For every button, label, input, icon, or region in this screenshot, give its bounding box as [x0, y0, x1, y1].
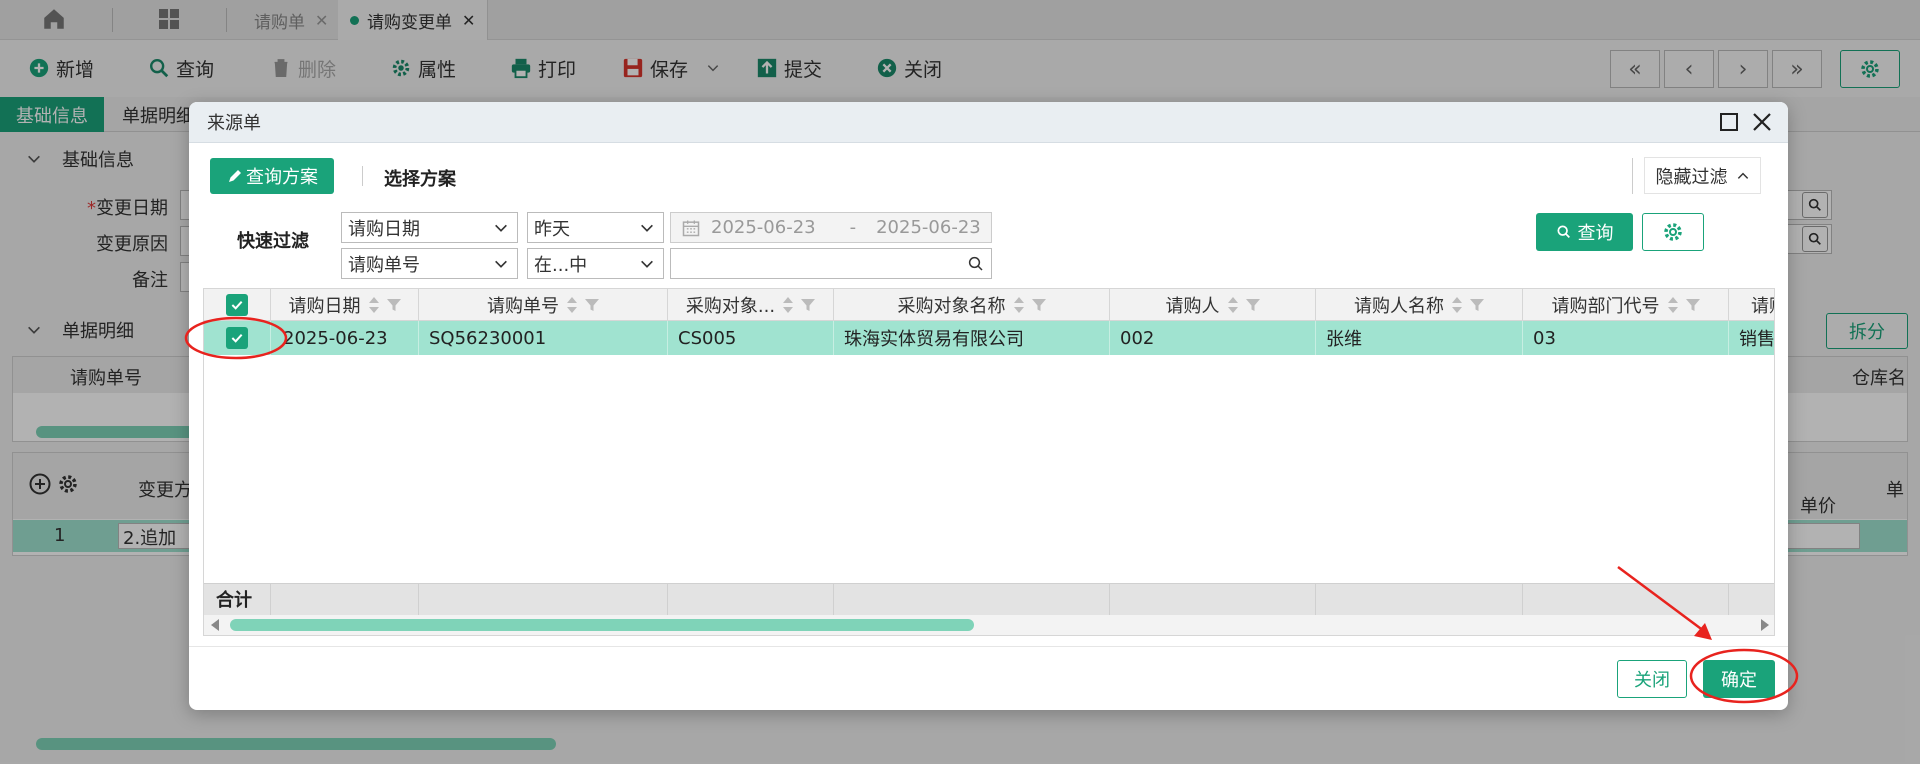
select-value: 请购日期: [348, 218, 420, 240]
query-label: 查询: [1577, 223, 1614, 244]
cell-vendor-name: 珠海实体贸易有限公司: [834, 321, 1110, 355]
hide-filter-button[interactable]: 隐藏过滤: [1644, 157, 1761, 194]
footer-cell: [419, 583, 668, 615]
col-label: 请购部门代号: [1551, 296, 1660, 317]
row-select-cell: [204, 321, 271, 355]
scrollbar-thumb[interactable]: [230, 619, 974, 631]
filter-icon[interactable]: [1031, 298, 1046, 312]
chevron-down-icon: [641, 260, 653, 268]
col-label: 请购: [1751, 296, 1774, 317]
date-from: 2025-06-23: [711, 217, 816, 238]
cell-dept-code: 03: [1523, 321, 1729, 355]
filter2-value-input[interactable]: [670, 248, 992, 279]
check-icon: [231, 333, 243, 343]
footer-cell: [1110, 583, 1316, 615]
col-label: 请购单号: [487, 296, 559, 317]
cell-requester: 002: [1110, 321, 1316, 355]
sort-icon[interactable]: [1012, 296, 1026, 314]
footer-cell: [834, 583, 1110, 615]
filter-settings-button[interactable]: [1642, 213, 1704, 251]
close-icon[interactable]: [1751, 111, 1773, 133]
query-scheme-button[interactable]: 查询方案: [210, 158, 334, 194]
total-label: 合计: [204, 583, 271, 615]
query-scheme-label: 查询方案: [246, 167, 318, 188]
filter-icon[interactable]: [1685, 298, 1700, 312]
filter-icon[interactable]: [386, 298, 401, 312]
dialog-title-bar: 来源单: [189, 102, 1788, 143]
filter2-operator-select[interactable]: 在...中: [527, 248, 664, 279]
hide-filter-label: 隐藏过滤: [1655, 166, 1728, 188]
calendar-icon: [682, 220, 700, 236]
footer-cell: [1316, 583, 1523, 615]
select-scheme-tab[interactable]: 选择方案: [384, 165, 456, 191]
select-value: 昨天: [534, 218, 570, 240]
col-label: 请购人: [1165, 296, 1220, 317]
cell-req-no: SQ56230001: [419, 321, 668, 355]
sort-icon[interactable]: [565, 296, 579, 314]
date-range-input[interactable]: 2025-06-23 - 2025-06-23: [670, 212, 992, 243]
filter-icon[interactable]: [1245, 298, 1260, 312]
col-label: 请购日期: [288, 296, 361, 317]
col-label: 采购对象...: [685, 296, 776, 317]
query-button[interactable]: 查询: [1536, 213, 1633, 251]
footer-cell: [668, 583, 834, 615]
col-header-req-date[interactable]: 请购日期: [271, 289, 419, 321]
col-label: 采购对象名称: [897, 296, 1006, 317]
select-value: 在...中: [534, 254, 588, 276]
footer-divider: [189, 646, 1788, 647]
chevron-down-icon: [641, 224, 653, 232]
search-icon: [1556, 225, 1570, 238]
date-separator: -: [849, 217, 857, 238]
col-header-requester[interactable]: 请购人: [1110, 289, 1316, 321]
cell-vendor-code: CS005: [668, 321, 834, 355]
sort-icon[interactable]: [1450, 296, 1464, 314]
quick-filter-label: 快速过滤: [237, 231, 309, 252]
edit-icon: [229, 170, 241, 182]
filter-icon[interactable]: [801, 298, 816, 312]
row-checkbox[interactable]: [226, 327, 248, 349]
gear-icon: [1664, 223, 1682, 241]
footer-cell: [271, 583, 419, 615]
select-all-cell: [204, 289, 271, 321]
cell-dept: 销售: [1729, 321, 1774, 355]
filter2-field-select[interactable]: 请购单号: [341, 248, 518, 279]
sort-icon[interactable]: [367, 296, 381, 314]
maximize-icon[interactable]: [1719, 112, 1739, 132]
col-header-req-no[interactable]: 请购单号: [419, 289, 668, 321]
filter-icon[interactable]: [585, 298, 599, 312]
col-header-dept[interactable]: 请购: [1729, 289, 1774, 321]
col-header-vendor-name[interactable]: 采购对象名称: [834, 289, 1110, 321]
source-grid: 请购日期 请购单号 采购对象... 采购对象名称 请购人 请购人名称 请购部门代…: [203, 288, 1775, 636]
footer-cell: [1523, 583, 1729, 615]
confirm-button[interactable]: 确定: [1703, 660, 1775, 698]
col-label: 请购人名称: [1354, 296, 1444, 317]
check-icon: [231, 300, 243, 310]
filter1-operator-select[interactable]: 昨天: [527, 212, 664, 243]
select-value: 请购单号: [348, 254, 420, 276]
select-all-checkbox[interactable]: [226, 294, 248, 316]
dialog-title: 来源单: [207, 113, 261, 134]
col-header-vendor-code[interactable]: 采购对象...: [668, 289, 834, 321]
chevron-down-icon: [495, 224, 507, 232]
filter-icon[interactable]: [1470, 298, 1484, 312]
scroll-right-icon[interactable]: [1760, 619, 1770, 631]
divider: [362, 166, 363, 186]
scroll-left-icon[interactable]: [210, 619, 220, 631]
sort-icon[interactable]: [1666, 296, 1680, 314]
cell-requester-name: 张维: [1316, 321, 1523, 355]
cell-req-date: 2025-06-23: [271, 321, 419, 355]
divider: [1632, 158, 1633, 194]
chevron-up-icon: [1737, 172, 1748, 179]
source-document-dialog: 来源单 查询方案 选择方案 隐藏过滤 快速过滤 请购日期 昨天 2025-06-…: [189, 102, 1788, 710]
col-header-requester-name[interactable]: 请购人名称: [1316, 289, 1523, 321]
filter1-field-select[interactable]: 请购日期: [341, 212, 518, 243]
date-to: 2025-06-23: [876, 217, 981, 238]
chevron-down-icon: [495, 260, 507, 268]
sort-icon[interactable]: [781, 296, 795, 314]
sort-icon[interactable]: [1226, 296, 1240, 314]
dialog-close-button[interactable]: 关闭: [1617, 660, 1687, 698]
search-icon[interactable]: [967, 255, 985, 273]
col-header-dept-code[interactable]: 请购部门代号: [1523, 289, 1729, 321]
